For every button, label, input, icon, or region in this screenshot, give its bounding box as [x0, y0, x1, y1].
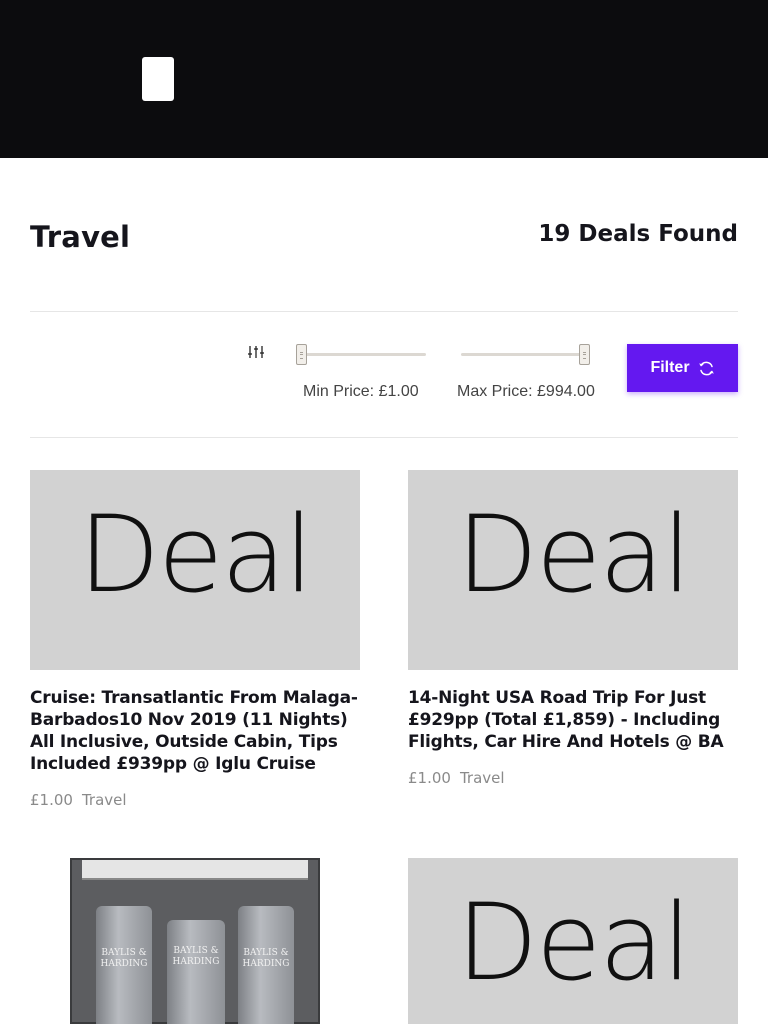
deal-image[interactable]: Deal — [408, 858, 738, 1024]
deal-price: £1.00 — [30, 791, 73, 809]
deal-price: £1.00 — [408, 769, 451, 787]
product-bottle: BAYLIS & HARDING — [167, 920, 225, 1024]
divider — [30, 311, 738, 312]
deal-card: Deal Cruise: Transatlantic From Malaga-B… — [30, 470, 360, 809]
min-price-track — [296, 353, 426, 356]
max-price-label: Max Price: £994.00 — [457, 383, 595, 400]
deal-card: BAYLIS & HARDING BAYLIS & HARDING BAYLIS… — [30, 858, 360, 1024]
deal-image[interactable]: BAYLIS & HARDING BAYLIS & HARDING BAYLIS… — [30, 858, 360, 1024]
deal-image[interactable]: Deal — [408, 470, 738, 670]
deal-meta: £1.00 Travel — [30, 791, 360, 809]
deal-image-text: Deal — [456, 881, 691, 1004]
product-brand-text: BAYLIS & HARDING — [242, 948, 290, 969]
sliders-icon — [248, 346, 264, 358]
product-tube: BAYLIS & HARDING — [238, 906, 294, 1024]
filter-button-label: Filter — [650, 359, 690, 376]
refresh-icon — [698, 361, 714, 375]
menu-button[interactable] — [142, 57, 174, 101]
min-price-slider[interactable] — [296, 343, 426, 367]
deal-card: Deal 14-Night USA Road Trip For Just £92… — [408, 470, 738, 787]
max-price-track — [461, 353, 589, 356]
deal-image-text: Deal — [78, 493, 313, 616]
page-title: Travel — [30, 220, 131, 254]
min-price-label: Min Price: £1.00 — [303, 383, 419, 400]
filter-button[interactable]: Filter — [627, 344, 738, 392]
product-brand-text: BAYLIS & HARDING — [172, 946, 220, 967]
max-price-handle[interactable] — [579, 344, 590, 365]
deals-count: 19 Deals Found — [538, 221, 738, 247]
deal-image[interactable]: Deal — [30, 470, 360, 670]
product-gift-box: BAYLIS & HARDING BAYLIS & HARDING BAYLIS… — [70, 858, 320, 1024]
deal-category[interactable]: Travel — [460, 769, 505, 787]
deal-title[interactable]: 14-Night USA Road Trip For Just £929pp (… — [408, 687, 738, 753]
product-tube: BAYLIS & HARDING — [96, 906, 152, 1024]
divider — [30, 437, 738, 438]
deal-card: Deal — [408, 858, 738, 1024]
product-brand-text: BAYLIS & HARDING — [100, 948, 148, 969]
min-price-handle[interactable] — [296, 344, 307, 365]
deal-title[interactable]: Cruise: Transatlantic From Malaga-Barbad… — [30, 687, 360, 775]
deal-meta: £1.00 Travel — [408, 769, 738, 787]
site-header — [0, 0, 768, 158]
deal-category[interactable]: Travel — [82, 791, 127, 809]
product-shelf — [82, 860, 308, 880]
max-price-slider[interactable] — [461, 343, 591, 367]
deal-image-text: Deal — [456, 493, 691, 616]
